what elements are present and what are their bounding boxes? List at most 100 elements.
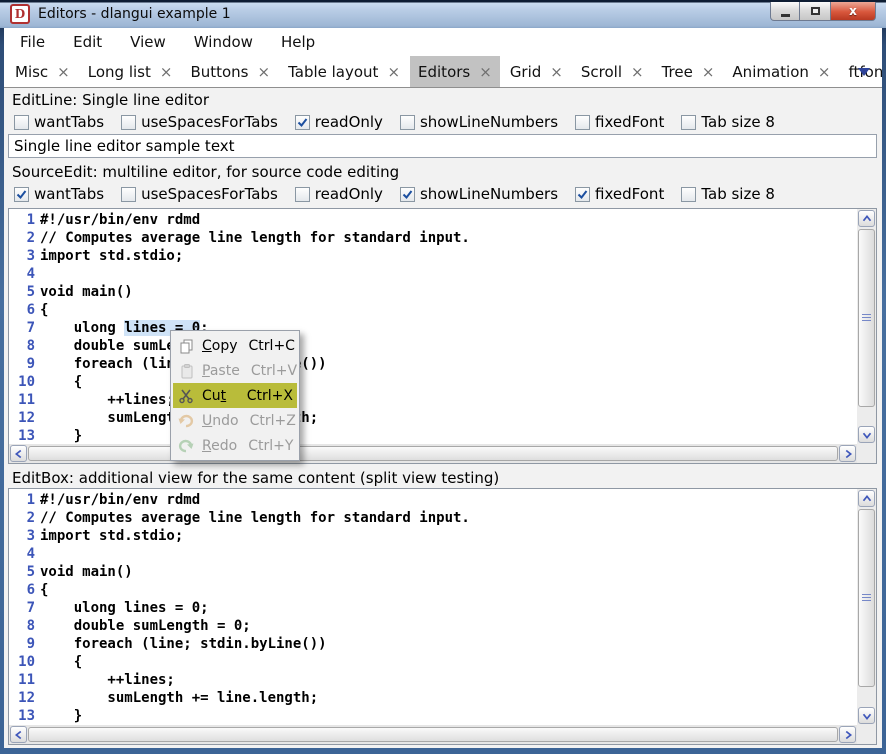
client-area: FileEditViewWindowHelp Misc×Long list×Bu… <box>4 28 882 748</box>
checkbox-label: useSpacesForTabs <box>141 113 278 131</box>
horizontal-scrollbar-thumb[interactable] <box>28 727 838 742</box>
menu-edit[interactable]: Edit <box>59 28 116 56</box>
scroll-right-button[interactable] <box>839 445 856 462</box>
checkbox-unchecked[interactable] <box>121 187 136 202</box>
checkbox-checked[interactable] <box>400 187 415 202</box>
source-editor[interactable]: 1#!/usr/bin/env rdmd2// Computes average… <box>8 208 877 464</box>
tab-close-icon[interactable]: × <box>57 63 70 81</box>
maximize-button[interactable] <box>800 2 830 21</box>
scrollbar-track[interactable] <box>28 726 838 743</box>
checkbox-showlinenumbers[interactable]: showLineNumbers <box>400 113 558 131</box>
checkbox-readonly[interactable]: readOnly <box>295 185 383 203</box>
checkbox-checked[interactable] <box>575 187 590 202</box>
scroll-left-button[interactable] <box>10 445 27 462</box>
checkbox-unchecked[interactable] <box>681 187 696 202</box>
tab-misc[interactable]: Misc× <box>7 56 78 87</box>
checkbox-usespacesfortabs[interactable]: useSpacesForTabs <box>121 185 278 203</box>
checkbox-checked[interactable] <box>295 115 310 130</box>
tab-table-layout[interactable]: Table layout× <box>280 56 408 87</box>
context-menu-item-undo[interactable]: UndoCtrl+Z <box>173 408 297 433</box>
checkbox-tab-size-8[interactable]: Tab size 8 <box>681 185 775 203</box>
chevron-down-icon <box>860 709 874 723</box>
code-line: 2// Computes average line length for sta… <box>9 229 857 247</box>
checkbox-tab-size-8[interactable]: Tab size 8 <box>681 113 775 131</box>
single-line-editor[interactable]: Single line editor sample text <box>8 134 877 158</box>
scrollbar-track[interactable] <box>28 445 838 462</box>
checkbox-wanttabs[interactable]: wantTabs <box>14 185 104 203</box>
menu-help[interactable]: Help <box>267 28 329 56</box>
paste-icon <box>177 362 195 379</box>
tab-close-icon[interactable]: × <box>702 63 715 81</box>
maximize-icon <box>811 7 820 15</box>
horizontal-scrollbar-thumb[interactable] <box>28 446 838 461</box>
tab-close-icon[interactable]: × <box>550 63 563 81</box>
scroll-down-button[interactable] <box>858 426 875 443</box>
tab-close-icon[interactable]: × <box>631 63 644 81</box>
tab-close-icon[interactable]: × <box>479 63 492 81</box>
titlebar[interactable]: D Editors - dlangui example 1 x <box>0 0 886 28</box>
line-number: 4 <box>9 545 40 563</box>
tab-label: Long list <box>88 63 151 81</box>
scroll-up-button[interactable] <box>858 490 875 507</box>
checkbox-usespacesfortabs[interactable]: useSpacesForTabs <box>121 113 278 131</box>
context-menu-item-copy[interactable]: CopyCtrl+C <box>173 333 297 358</box>
vertical-scrollbar[interactable] <box>857 209 876 444</box>
tab-close-icon[interactable]: × <box>387 63 400 81</box>
check-icon <box>297 117 308 128</box>
tab-scroll[interactable]: Scroll× <box>573 56 652 87</box>
tab-overflow-button[interactable] <box>846 56 882 87</box>
checkbox-unchecked[interactable] <box>295 187 310 202</box>
horizontal-scrollbar[interactable] <box>9 725 857 744</box>
checkbox-fixedfont[interactable]: fixedFont <box>575 113 664 131</box>
checkbox-wanttabs[interactable]: wantTabs <box>14 113 104 131</box>
tab-long-list[interactable]: Long list × <box>80 56 181 87</box>
menu-view[interactable]: View <box>116 28 180 56</box>
checkbox-label: Tab size 8 <box>701 113 775 131</box>
checkbox-fixedfont[interactable]: fixedFont <box>575 185 664 203</box>
source-editor-content[interactable]: 1#!/usr/bin/env rdmd2// Computes average… <box>9 209 857 444</box>
close-button[interactable]: x <box>830 2 876 21</box>
tab-animation[interactable]: Animation× <box>724 56 838 87</box>
code-line: 4 <box>9 545 857 563</box>
vertical-scrollbar-thumb[interactable] <box>858 509 875 687</box>
scroll-left-button[interactable] <box>10 726 27 743</box>
context-menu-item-redo[interactable]: RedoCtrl+Y <box>173 433 297 458</box>
editbox-editor[interactable]: 1#!/usr/bin/env rdmd2// Computes average… <box>8 488 877 745</box>
horizontal-scrollbar[interactable] <box>9 444 857 463</box>
tab-buttons[interactable]: Buttons× <box>182 56 278 87</box>
checkbox-label: readOnly <box>315 113 383 131</box>
tab-close-icon[interactable]: × <box>258 63 271 81</box>
scroll-down-button[interactable] <box>858 707 875 724</box>
menu-file[interactable]: File <box>6 28 59 56</box>
scrollbar-track[interactable] <box>857 508 876 706</box>
checkbox-checked[interactable] <box>14 187 29 202</box>
scrollbar-track[interactable] <box>857 228 876 425</box>
checkbox-unchecked[interactable] <box>575 115 590 130</box>
vertical-scrollbar-thumb[interactable] <box>858 229 875 407</box>
context-menu-item-paste[interactable]: PasteCtrl+V <box>173 358 297 383</box>
tab-label: Grid <box>510 63 541 81</box>
tab-tree[interactable]: Tree × <box>654 56 723 87</box>
checkbox-readonly[interactable]: readOnly <box>295 113 383 131</box>
checkbox-unchecked[interactable] <box>14 115 29 130</box>
code-line: 5void main() <box>9 283 857 301</box>
checkbox-unchecked[interactable] <box>121 115 136 130</box>
editbox-editor-content[interactable]: 1#!/usr/bin/env rdmd2// Computes average… <box>9 489 857 725</box>
line-number: 4 <box>9 265 40 283</box>
scroll-right-button[interactable] <box>839 726 856 743</box>
tab-close-icon[interactable]: × <box>818 63 831 81</box>
menu-item-label: Redo <box>202 438 237 454</box>
tab-close-icon[interactable]: × <box>160 63 173 81</box>
checkbox-showlinenumbers[interactable]: showLineNumbers <box>400 185 558 203</box>
context-menu-item-cut[interactable]: CutCtrl+X <box>173 383 297 408</box>
scroll-up-button[interactable] <box>858 210 875 227</box>
tab-editors[interactable]: Editors× <box>410 56 500 87</box>
tab-label: Tree <box>662 63 693 81</box>
menu-window[interactable]: Window <box>180 28 267 56</box>
checkbox-unchecked[interactable] <box>681 115 696 130</box>
vertical-scrollbar[interactable] <box>857 489 876 725</box>
checkbox-unchecked[interactable] <box>400 115 415 130</box>
minimize-button[interactable] <box>770 2 800 21</box>
code-text: foreach (line; stdin.byLine()) <box>40 635 327 653</box>
tab-grid[interactable]: Grid × <box>502 56 571 87</box>
